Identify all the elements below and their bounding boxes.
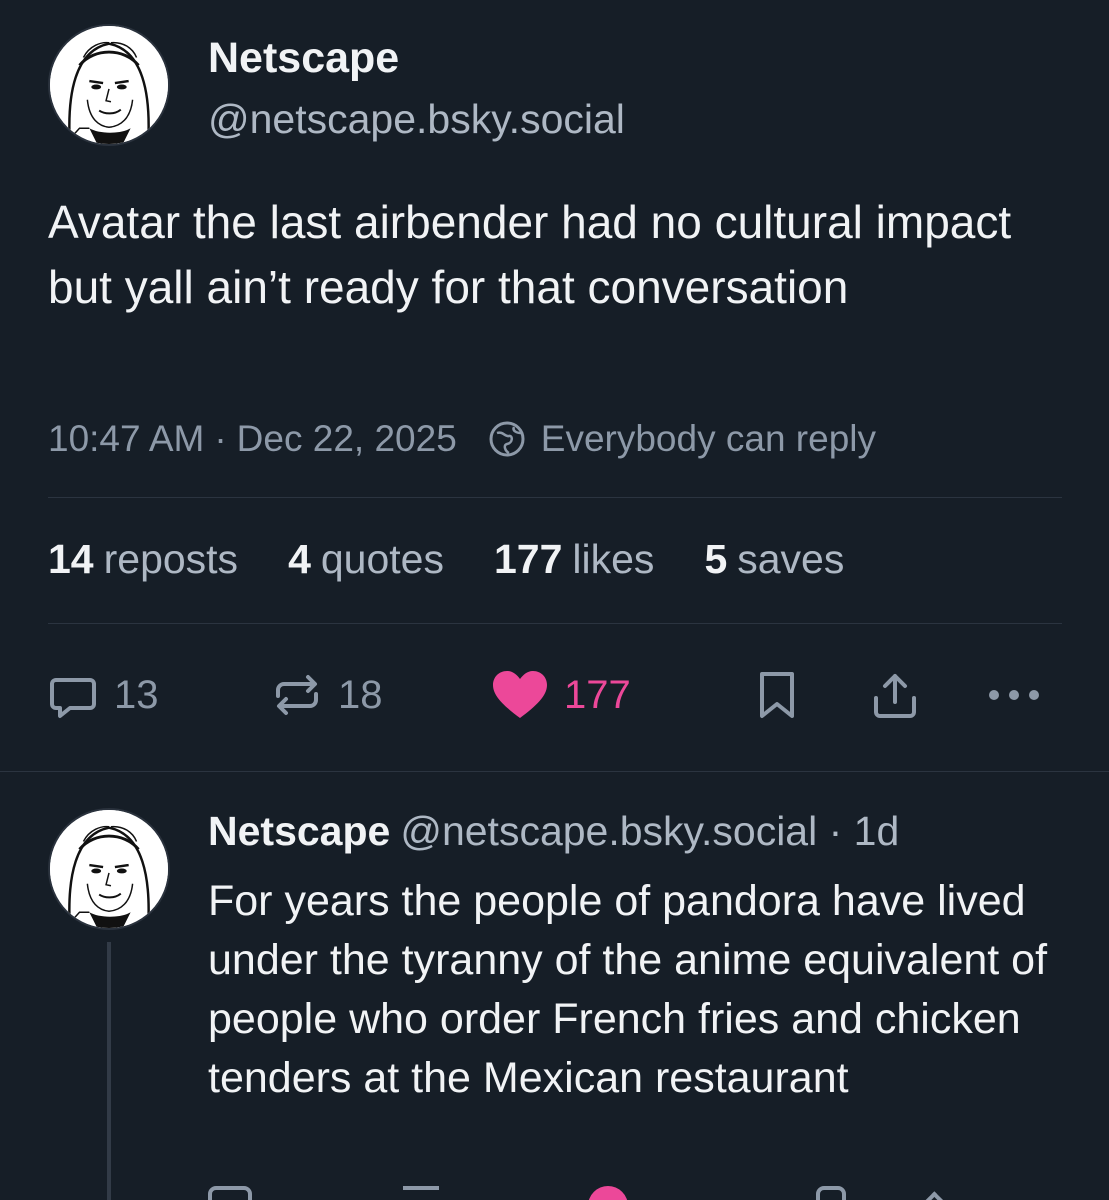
thread-line [107, 942, 111, 1200]
reply-display-name[interactable]: Netscape [208, 808, 390, 854]
stat-quotes[interactable]: 4 quotes [288, 536, 444, 583]
globe-icon [487, 419, 527, 459]
repost-icon[interactable] [403, 1186, 439, 1200]
bookmark-icon[interactable] [816, 1186, 846, 1200]
divider [48, 497, 1062, 498]
reply-author-avatar[interactable] [48, 808, 170, 930]
reply-icon [50, 678, 96, 718]
reply-setting[interactable]: Everybody can reply [541, 418, 876, 460]
post-meta: 10:47 AM · Dec 22, 2025 Everybody can re… [48, 415, 876, 463]
reply-time-separator: · [817, 808, 854, 854]
post-time: 10:47 AM [48, 418, 205, 459]
bookmark-button[interactable] [752, 665, 802, 725]
author-avatar[interactable] [48, 24, 170, 146]
heart-icon[interactable] [588, 1186, 628, 1200]
more-options-button[interactable] [984, 665, 1044, 725]
section-divider [0, 771, 1109, 772]
stat-saves[interactable]: 5 saves [704, 536, 844, 583]
reply-text: For years the people of pandora have liv… [208, 877, 1048, 1102]
divider [48, 623, 1062, 624]
share-icon[interactable] [910, 1191, 946, 1200]
repost-icon [276, 675, 318, 715]
illustrated-woman-avatar-icon [50, 26, 168, 144]
meta-separator: · [214, 418, 227, 459]
reply-actions-partial [208, 1186, 1008, 1200]
post-actions: 13 18 177 [0, 665, 1109, 725]
reply-time[interactable]: 1d [854, 808, 900, 854]
reply-handle[interactable]: @netscape.bsky.social [400, 808, 817, 854]
reply-header: Netscape @netscape.bsky.social · 1d [208, 808, 899, 855]
post-date: Dec 22, 2025 [236, 418, 457, 459]
reply-count: 13 [114, 672, 159, 717]
bookmark-icon [760, 672, 794, 718]
share-button[interactable] [868, 665, 922, 725]
like-count: 177 [564, 672, 631, 717]
repost-count: 18 [338, 672, 383, 717]
reply-icon[interactable] [208, 1186, 252, 1200]
stat-likes[interactable]: 177 likes [494, 536, 654, 583]
like-button[interactable]: 177 [490, 665, 631, 725]
share-icon [874, 674, 916, 718]
post-text: Avatar the last airbender had no cultura… [48, 196, 1012, 313]
repost-button[interactable]: 18 [270, 665, 383, 725]
stat-reposts[interactable]: 14 reposts [48, 536, 238, 583]
post-stats: 14 reposts 4 quotes 177 likes 5 saves [48, 536, 894, 583]
author-display-name[interactable]: Netscape [208, 34, 399, 83]
heart-icon [493, 671, 547, 718]
author-handle[interactable]: @netscape.bsky.social [208, 96, 625, 143]
ellipsis-icon [989, 690, 1039, 700]
reply-button[interactable]: 13 [46, 665, 159, 725]
illustrated-woman-avatar-icon [50, 810, 168, 928]
